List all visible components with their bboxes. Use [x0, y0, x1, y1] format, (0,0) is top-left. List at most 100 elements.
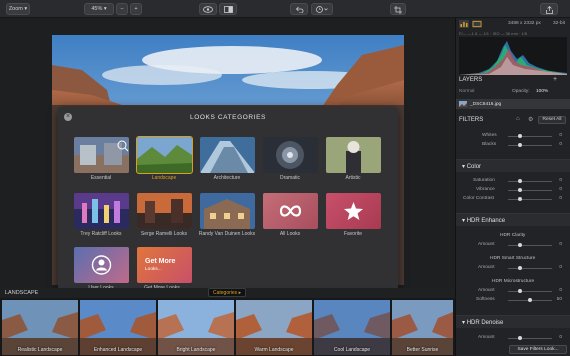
- slider-value: 50: [556, 297, 562, 302]
- zoom-in-glyph: +: [134, 6, 138, 12]
- color-label: Color: [466, 164, 482, 170]
- category-label: Randy Van Duinen Looks: [198, 231, 256, 237]
- category-label: Dramatic: [279, 175, 300, 181]
- opacity-label: Opacity:: [512, 89, 530, 94]
- histogram-icon: [460, 22, 468, 27]
- opacity-value[interactable]: 100%: [536, 89, 548, 94]
- add-layer-icon[interactable]: +: [553, 76, 557, 83]
- layers-header[interactable]: LAYERS: [459, 77, 482, 83]
- category-tile-serge-ramelli[interactable]: [137, 193, 192, 229]
- crop-button[interactable]: [390, 3, 406, 15]
- navigator-toggle-icon[interactable]: [472, 20, 482, 28]
- slider-knob[interactable]: [518, 266, 522, 270]
- hdr-smart-amount-slider[interactable]: [508, 268, 552, 269]
- slider-knob[interactable]: [518, 143, 522, 147]
- slider-label: Color Contrast: [463, 196, 494, 201]
- slider-value: 0: [559, 133, 562, 138]
- slider-label: Softness: [476, 297, 495, 302]
- get-more-subtitle: Looks...: [145, 267, 162, 272]
- histogram-graph: [459, 41, 567, 75]
- look-thumbnail[interactable]: Realistic Landscape: [2, 300, 78, 355]
- category-tile-user-looks[interactable]: [74, 247, 129, 283]
- zoom-value-dropdown[interactable]: 45% ▾: [84, 3, 114, 15]
- hdr-denoise-amount-slider[interactable]: [508, 338, 552, 339]
- zoom-out-button[interactable]: −: [116, 3, 128, 15]
- category-tile-get-more-looks[interactable]: Get More Looks...: [137, 247, 192, 283]
- category-label: Architecture: [213, 175, 241, 181]
- zoom-in-button[interactable]: +: [130, 3, 142, 15]
- zoom-dropdown-label: Zoom: [8, 6, 23, 12]
- slider-knob[interactable]: [518, 179, 522, 183]
- hdr-denoise-section-header[interactable]: ▾ HDR Denoise: [456, 315, 570, 328]
- filters-header[interactable]: FILTERS: [459, 117, 483, 123]
- get-more-title: Get More: [145, 258, 176, 265]
- undo-button[interactable]: [290, 3, 308, 15]
- hdr-micro-amount-slider[interactable]: [508, 291, 552, 292]
- mask-icon[interactable]: ⌂: [516, 116, 520, 122]
- slider-value: 0: [559, 142, 562, 147]
- slider-knob[interactable]: [528, 298, 532, 302]
- dialog-title: LOOKS CATEGORIES: [190, 114, 266, 121]
- blacks-slider[interactable]: [508, 145, 552, 146]
- slider-value: 0: [559, 335, 562, 340]
- hdr-clarity-amount-slider[interactable]: [508, 245, 552, 246]
- slider-label: Amount: [478, 242, 495, 247]
- history-button[interactable]: [311, 3, 333, 15]
- category-tile-trey-ratcliff[interactable]: [74, 193, 129, 229]
- landscape-thumbnail: [137, 137, 192, 173]
- right-panel: 3488 x 2332 px 32-bit F/— —1.5 — 1/1 · I…: [455, 18, 570, 356]
- category-label: Serge Ramelli Looks: [140, 231, 188, 237]
- layer-row[interactable]: _DSC6416.jpg: [456, 99, 570, 109]
- slider-label: Blacks: [482, 142, 497, 147]
- eye-icon: [203, 6, 213, 13]
- category-tile-dramatic[interactable]: [263, 137, 318, 173]
- category-tile-all-looks[interactable]: [263, 193, 318, 229]
- hdr-clarity-subheader: HDR Clarity: [500, 233, 526, 238]
- category-tile-landscape[interactable]: [136, 136, 193, 174]
- navigator-icon: [472, 21, 482, 27]
- blend-mode-select[interactable]: Normal: [459, 89, 474, 94]
- layer-image-icon: [459, 101, 467, 107]
- look-thumbnail[interactable]: Enhanced Landscape: [80, 300, 156, 355]
- hdr-enhance-label: HDR Enhance: [466, 218, 506, 224]
- filter-settings-icon[interactable]: ⚙: [528, 116, 533, 123]
- image-canvas[interactable]: × LOOKS CATEGORIES Essential Landscape A…: [0, 18, 455, 301]
- slider-knob[interactable]: [518, 243, 522, 247]
- slider-label: Amount: [478, 335, 495, 340]
- hdr-enhance-section-header[interactable]: ▾ HDR Enhance: [456, 213, 570, 226]
- look-thumbnail[interactable]: Better Sunrise: [392, 300, 453, 355]
- look-thumbnail[interactable]: Bright Landscape: [158, 300, 234, 355]
- slider-knob[interactable]: [518, 134, 522, 138]
- look-thumbnail[interactable]: Warm Landscape: [236, 300, 312, 355]
- slider-value: 0: [559, 178, 562, 183]
- category-tile-favorite[interactable]: [326, 193, 381, 229]
- architecture-thumbnail: [200, 137, 255, 173]
- category-tile-essential[interactable]: [74, 137, 129, 173]
- look-thumbnail[interactable]: Cool Landscape: [314, 300, 390, 355]
- whites-slider[interactable]: [508, 136, 552, 137]
- categories-button[interactable]: Categories ▸: [208, 288, 247, 297]
- slider-value: 0: [559, 187, 562, 192]
- preview-eye-button[interactable]: [199, 3, 217, 15]
- vibrance-slider[interactable]: [508, 190, 552, 191]
- color-section-header[interactable]: ▾ Color: [456, 159, 570, 172]
- looks-categories-dialog: × LOOKS CATEGORIES Essential Landscape A…: [58, 107, 398, 301]
- category-tile-architecture[interactable]: [200, 137, 255, 173]
- slider-knob[interactable]: [518, 336, 522, 340]
- histogram-toggle-icon[interactable]: [459, 20, 469, 28]
- reset-all-button[interactable]: Reset All: [538, 116, 566, 124]
- look-label: Realistic Landscape: [17, 347, 63, 353]
- history-clock-icon: [316, 6, 328, 13]
- zoom-dropdown[interactable]: Zoom ▾: [6, 3, 30, 15]
- slider-knob[interactable]: [518, 197, 522, 201]
- category-tile-artistic[interactable]: [326, 137, 381, 173]
- share-button[interactable]: [540, 3, 558, 15]
- saturation-slider[interactable]: [508, 181, 552, 182]
- color-contrast-slider[interactable]: [508, 199, 552, 200]
- category-tile-randy-van-duinen[interactable]: [200, 193, 255, 229]
- split-view-button[interactable]: [219, 3, 237, 15]
- slider-knob[interactable]: [518, 289, 522, 293]
- category-label: Trey Ratcliff Looks: [80, 231, 122, 237]
- save-filters-look-button[interactable]: Save Filters Look...: [509, 345, 567, 354]
- slider-knob[interactable]: [518, 188, 522, 192]
